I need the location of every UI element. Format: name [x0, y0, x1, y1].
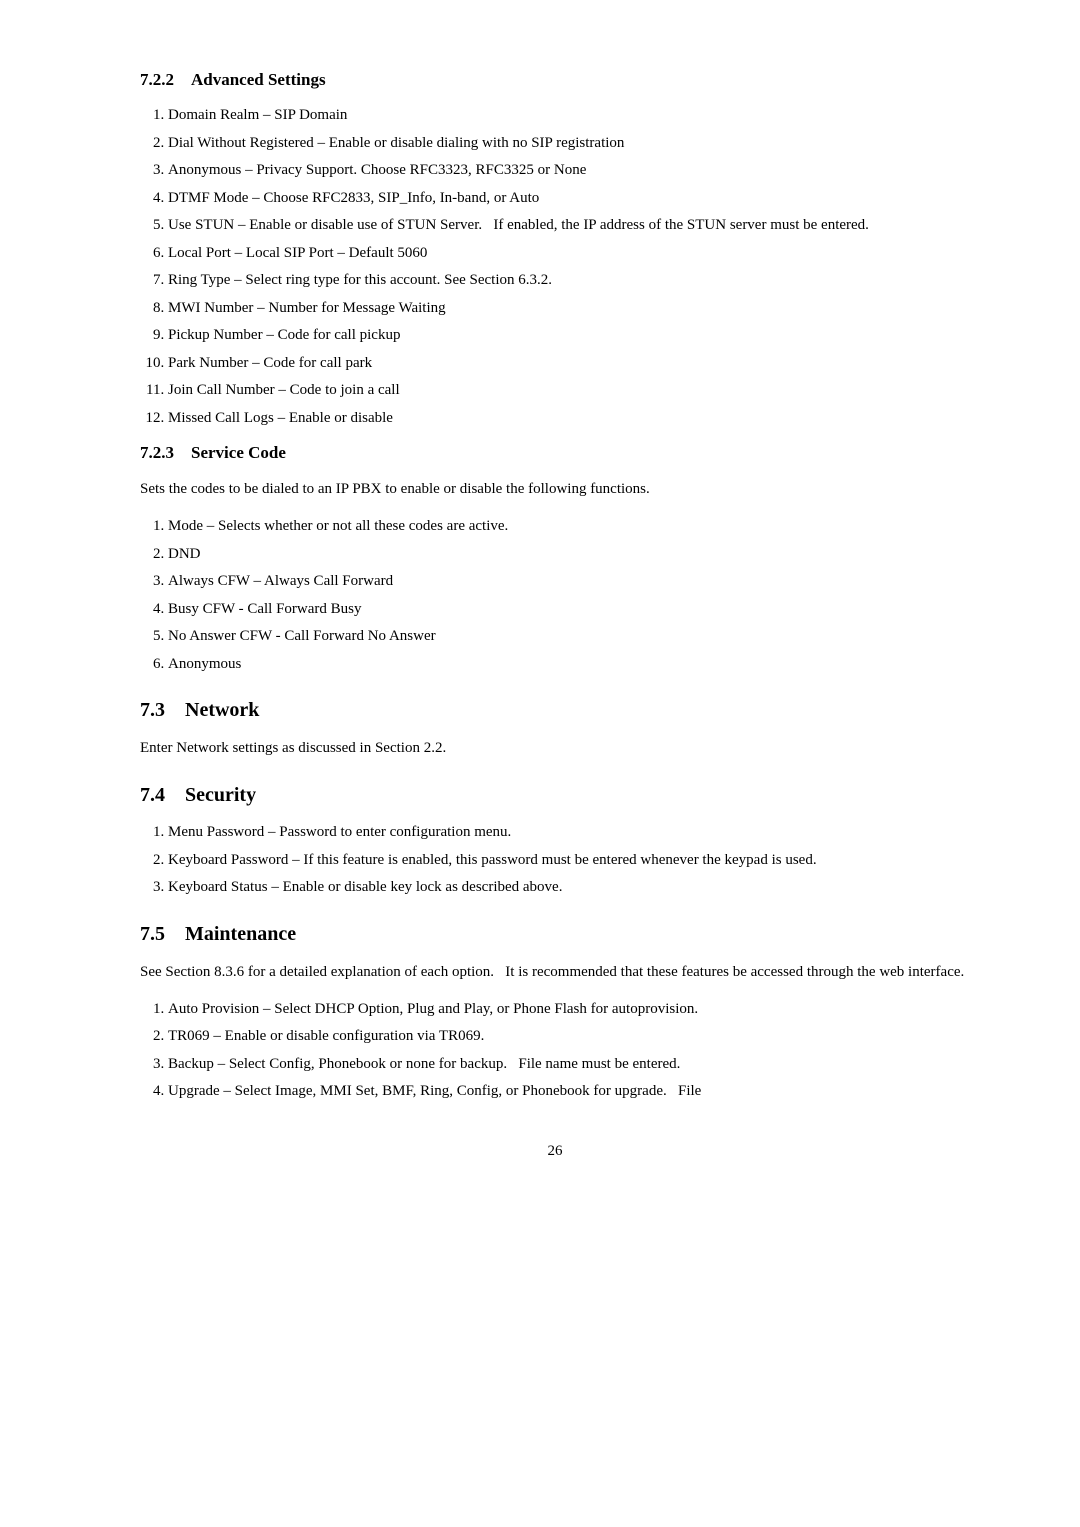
- list-item: Dial Without Registered – Enable or disa…: [168, 132, 970, 155]
- list-item: Auto Provision – Select DHCP Option, Plu…: [168, 998, 970, 1021]
- section-74-heading: 7.4 Security: [140, 784, 970, 807]
- list-item: Domain Realm – SIP Domain: [168, 104, 970, 127]
- list-item: Join Call Number – Code to join a call: [168, 379, 970, 402]
- list-item: Keyboard Password – If this feature is e…: [168, 849, 970, 872]
- list-item: Keyboard Status – Enable or disable key …: [168, 876, 970, 899]
- list-item: DND: [168, 543, 970, 566]
- list-item: Local Port – Local SIP Port – Default 50…: [168, 242, 970, 265]
- section-73-heading: 7.3 Network: [140, 699, 970, 722]
- list-item: MWI Number – Number for Message Waiting: [168, 297, 970, 320]
- section-75-heading: 7.5 Maintenance: [140, 923, 970, 946]
- list-item: Backup – Select Config, Phonebook or non…: [168, 1053, 970, 1076]
- list-item: DTMF Mode – Choose RFC2833, SIP_Info, In…: [168, 187, 970, 210]
- section-722-list: Domain Realm – SIP Domain Dial Without R…: [168, 104, 970, 429]
- section-74-list: Menu Password – Password to enter config…: [168, 821, 970, 899]
- section-723-list: Mode – Selects whether or not all these …: [168, 515, 970, 675]
- list-item: Upgrade – Select Image, MMI Set, BMF, Ri…: [168, 1080, 970, 1103]
- list-item: Mode – Selects whether or not all these …: [168, 515, 970, 538]
- list-item: No Answer CFW - Call Forward No Answer: [168, 625, 970, 648]
- section-75-intro: See Section 8.3.6 for a detailed explana…: [140, 960, 970, 984]
- list-item: Use STUN – Enable or disable use of STUN…: [168, 214, 970, 237]
- list-item: Park Number – Code for call park: [168, 352, 970, 375]
- list-item: Ring Type – Select ring type for this ac…: [168, 269, 970, 292]
- list-item: Menu Password – Password to enter config…: [168, 821, 970, 844]
- section-75-list: Auto Provision – Select DHCP Option, Plu…: [168, 998, 970, 1103]
- list-item: Anonymous – Privacy Support. Choose RFC3…: [168, 159, 970, 182]
- section-722-heading: 7.2.2 Advanced Settings: [140, 70, 970, 90]
- section-723-heading: 7.2.3 Service Code: [140, 443, 970, 463]
- list-item: Always CFW – Always Call Forward: [168, 570, 970, 593]
- list-item: Busy CFW - Call Forward Busy: [168, 598, 970, 621]
- section-723-intro: Sets the codes to be dialed to an IP PBX…: [140, 477, 970, 501]
- page-number: 26: [140, 1143, 970, 1160]
- list-item: Pickup Number – Code for call pickup: [168, 324, 970, 347]
- list-item: Missed Call Logs – Enable or disable: [168, 407, 970, 430]
- section-73-intro: Enter Network settings as discussed in S…: [140, 736, 970, 760]
- list-item: Anonymous: [168, 653, 970, 676]
- list-item: TR069 – Enable or disable configuration …: [168, 1025, 970, 1048]
